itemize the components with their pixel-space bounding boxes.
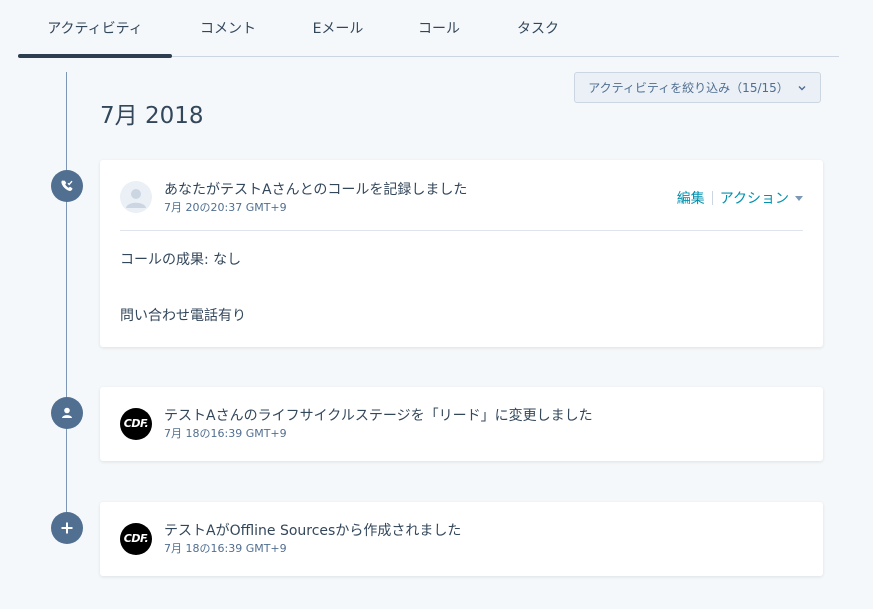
activity-card-created: CDF. テストAがOffline Sourcesから作成されました 7月 18… — [100, 502, 823, 576]
user-avatar-icon — [126, 189, 146, 208]
activity-card-lifecycle: CDF. テストAさんのライフサイクルステージを「リード」に変更しました 7月 … — [100, 387, 823, 461]
tab-calls[interactable]: コール — [394, 0, 484, 56]
activity-card-call: あなたがテストAさんとのコールを記録しました 7月 20の20:37 GMT+9… — [100, 160, 823, 347]
actions-dropdown[interactable]: アクション — [720, 188, 789, 208]
call-note: 問い合わせ電話有り — [120, 308, 246, 324]
chevron-down-icon — [798, 85, 806, 90]
person-icon — [51, 397, 83, 429]
cdf-logo-avatar: CDF. — [120, 408, 152, 440]
activity-title: テストAさんのライフサイクルステージを「リード」に変更しました — [164, 408, 593, 424]
activity-tabs: アクティビティ コメント Eメール コール タスク — [18, 0, 839, 58]
month-heading: 7月 2018 — [100, 103, 204, 129]
filter-label: アクティビティを絞り込み（15/15） — [588, 81, 789, 95]
actions-divider — [711, 191, 713, 205]
activity-title: あなたがテストAさんとのコールを記録しました — [164, 182, 468, 198]
tab-email[interactable]: Eメール — [293, 0, 383, 56]
activity-timestamp: 7月 20の20:37 GMT+9 — [164, 201, 287, 214]
activity-title: テストAがOffline Sourcesから作成されました — [164, 523, 462, 539]
phone-logged-icon — [51, 170, 83, 202]
card-divider — [120, 230, 803, 231]
tab-comments[interactable]: コメント — [183, 0, 273, 56]
edit-link[interactable]: 編集 — [677, 188, 705, 208]
avatar — [120, 181, 152, 213]
timeline-line — [66, 72, 67, 527]
tab-activity[interactable]: アクティビティ — [18, 0, 172, 58]
activity-actions: 編集 アクション — [677, 188, 803, 208]
caret-down-icon — [795, 195, 803, 201]
tab-tasks[interactable]: タスク — [493, 0, 583, 56]
activity-filter-button[interactable]: アクティビティを絞り込み（15/15） — [574, 72, 821, 103]
cdf-logo-avatar: CDF. — [120, 523, 152, 555]
activity-timestamp: 7月 18の16:39 GMT+9 — [164, 542, 287, 555]
activity-timestamp: 7月 18の16:39 GMT+9 — [164, 427, 287, 440]
plus-icon — [51, 512, 83, 544]
call-outcome: コールの成果: なし — [120, 252, 242, 268]
